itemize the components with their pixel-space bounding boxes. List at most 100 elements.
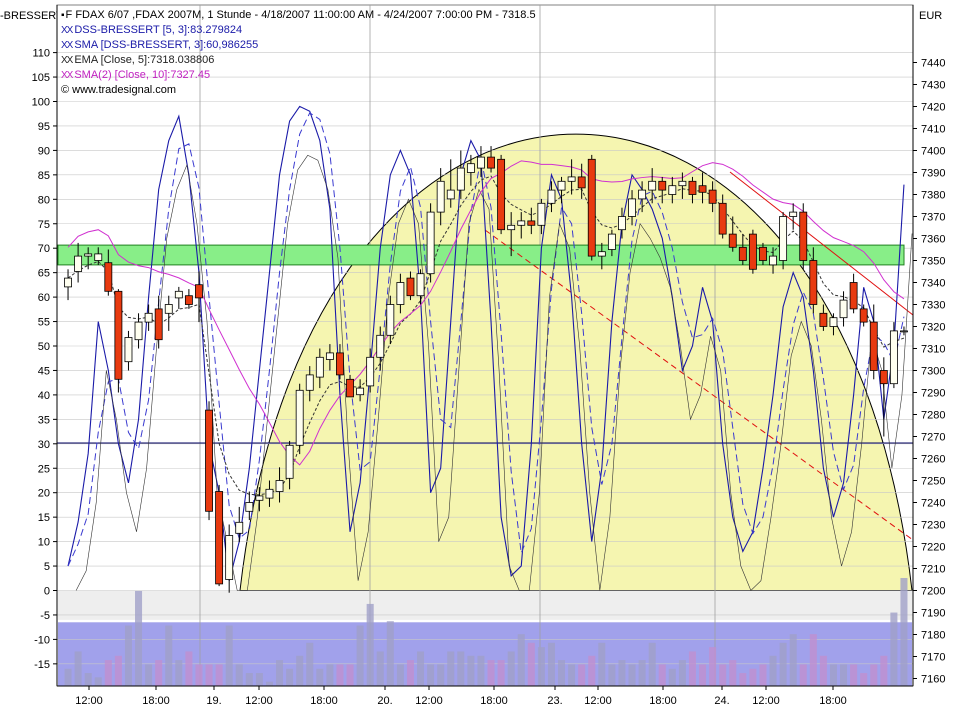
right-tick-label: 7170 <box>921 652 945 664</box>
candle-body <box>195 284 203 299</box>
volume-bar <box>114 655 122 686</box>
candle-body <box>184 295 193 305</box>
series-toggle-icon[interactable]: XX <box>61 55 73 66</box>
right-tick-label: 7390 <box>921 168 945 180</box>
volume-bar <box>396 664 404 686</box>
candle-body <box>507 224 516 231</box>
left-tick-label: 65 <box>38 268 50 280</box>
candle-body <box>799 211 808 261</box>
legend-ema[interactable]: XX EMA [Close, 5]:7318.038806 <box>61 53 536 68</box>
left-tick-label: 45 <box>38 365 50 377</box>
candle-body <box>900 330 908 333</box>
candle-body <box>215 491 224 585</box>
left-tick-label: 85 <box>38 170 50 182</box>
volume-bar <box>709 647 717 686</box>
candle-body <box>376 334 385 358</box>
right-tick-label: 7400 <box>921 146 945 158</box>
candle-body <box>759 246 767 261</box>
right-tick-label: 7330 <box>921 300 945 312</box>
volume-bar <box>558 660 566 686</box>
chart-legend: ▪ F FDAX 6/07 ,FDAX 2007M, 1 Stunde - 4/1… <box>61 8 536 97</box>
candle-body <box>607 233 616 250</box>
volume-bar <box>688 651 696 686</box>
candle-body <box>346 378 354 398</box>
candle-body <box>356 387 365 396</box>
left-tick-label: 35 <box>38 414 50 426</box>
candle-body <box>74 255 83 272</box>
candle-body <box>416 273 425 297</box>
candle-body <box>537 202 546 226</box>
right-tick-label: 7190 <box>921 608 945 620</box>
left-tick-label: 110 <box>32 48 50 60</box>
left-tick-label: -10 <box>34 634 50 646</box>
legend-sma-dss[interactable]: XX SMA [DSS-BRESSERT, 3]:60,986255 <box>61 38 536 53</box>
legend-sma-close[interactable]: XX SMA(2) [Close, 10]:7327.45 <box>61 68 536 83</box>
right-tick-label: 7270 <box>921 432 945 444</box>
candle-body <box>134 321 143 341</box>
left-tick-label: 90 <box>38 145 50 157</box>
right-tick-label: 7360 <box>921 234 945 246</box>
x-tick-label: 12:00 <box>415 695 443 707</box>
right-tick-label: 7220 <box>921 542 945 554</box>
volume-bar <box>880 655 888 686</box>
left-tick-label: 25 <box>38 463 50 475</box>
left-tick-label: -5 <box>40 610 50 622</box>
right-tick-label: 7410 <box>921 124 945 136</box>
left-tick-label: -15 <box>34 659 50 671</box>
candle-body <box>336 352 344 376</box>
volume-bar <box>527 642 535 686</box>
candle-body <box>718 202 727 235</box>
volume-bar <box>699 664 707 686</box>
series-toggle-icon[interactable]: XX <box>61 70 73 81</box>
volume-bar <box>447 651 455 686</box>
candle-body <box>154 308 163 341</box>
candle-body <box>436 180 445 213</box>
volume-bar <box>84 673 92 686</box>
candle-body <box>164 304 173 314</box>
legend-dss[interactable]: XX DSS-BRESSERT [5, 3]:83.279824 <box>61 23 536 38</box>
right-tick-label: 7260 <box>921 454 945 466</box>
candle-body <box>315 356 324 378</box>
candle-body <box>809 260 818 305</box>
price-chart[interactable]: 1101051009590858075706560555045403530252… <box>0 0 973 717</box>
candle-body <box>839 299 848 319</box>
left-tick-label: 0 <box>44 586 50 598</box>
candle-body <box>819 312 828 327</box>
x-tick-label: 18:00 <box>480 695 508 707</box>
volume-bar <box>850 664 858 686</box>
series-toggle-icon[interactable]: XX <box>61 25 73 36</box>
volume-bar <box>477 655 485 686</box>
volume-bar <box>417 651 425 686</box>
candle-body <box>255 495 264 501</box>
left-tick-label: 55 <box>38 317 50 329</box>
left-tick-label: 40 <box>38 390 50 402</box>
volume-bar <box>598 642 606 686</box>
volume-bar <box>376 651 384 686</box>
candle-body <box>426 211 435 275</box>
volume-bar <box>386 621 394 686</box>
volume-bar <box>155 660 163 686</box>
right-tick-label: 7280 <box>921 410 945 422</box>
right-tick-label: 7340 <box>921 278 945 290</box>
volume-bar <box>769 655 777 686</box>
candle-body <box>638 189 647 200</box>
volume-bar <box>316 668 324 686</box>
right-tick-label: 7430 <box>921 80 945 92</box>
volume-bar <box>819 655 827 686</box>
volume-bar <box>809 634 817 686</box>
candle-body <box>577 176 586 189</box>
candle-body <box>174 290 183 299</box>
x-tick-label: 12:00 <box>245 695 273 707</box>
candle-body <box>104 262 113 292</box>
volume-bar <box>588 655 596 686</box>
volume-bar <box>638 660 646 686</box>
candle-body <box>829 317 838 327</box>
candle-body <box>245 502 254 512</box>
candle-body <box>396 282 405 305</box>
volume-bar <box>366 603 374 686</box>
volume-bar <box>648 642 656 686</box>
left-tick-label: 60 <box>38 292 50 304</box>
volume-bar <box>507 651 515 686</box>
series-toggle-icon[interactable]: XX <box>61 40 73 51</box>
left-tick-label: 15 <box>38 512 50 524</box>
